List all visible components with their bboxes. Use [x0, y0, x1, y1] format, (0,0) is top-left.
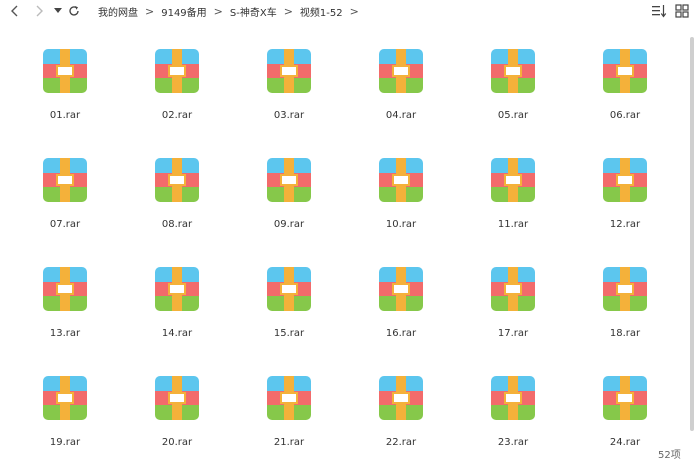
file-name: 24.rar [609, 437, 641, 445]
file-icon [379, 267, 423, 311]
file-name: 18.rar [609, 328, 641, 339]
file-name: 15.rar [273, 328, 305, 339]
file-name: 01.rar [49, 110, 81, 121]
file-icon [603, 49, 647, 93]
file-name: 22.rar [385, 437, 417, 445]
file-name: 04.rar [385, 110, 417, 121]
file-name: 05.rar [497, 110, 529, 121]
file-icon [491, 267, 535, 311]
archive-icon [267, 158, 311, 202]
file-name: 17.rar [497, 328, 529, 339]
file-item[interactable]: 16.rar [366, 267, 436, 347]
file-icon [155, 376, 199, 420]
file-name: 20.rar [161, 437, 193, 445]
file-icon [267, 158, 311, 202]
archive-icon [155, 49, 199, 93]
file-icon [43, 376, 87, 420]
file-icon [155, 158, 199, 202]
file-icon [379, 49, 423, 93]
archive-icon [603, 267, 647, 311]
file-grid: 01.rar 02.rar 03.rar 04.rar 05.rar 06.rar 07.r… [0, 0, 690, 445]
file-item[interactable]: 15.rar [254, 267, 324, 347]
archive-icon [43, 267, 87, 311]
file-item[interactable]: 19.rar [30, 376, 100, 445]
file-item[interactable]: 18.rar [590, 267, 660, 347]
archive-icon [379, 49, 423, 93]
file-item[interactable]: 07.rar [30, 158, 100, 238]
file-name: 11.rar [497, 219, 529, 230]
file-item[interactable]: 03.rar [254, 49, 324, 129]
archive-icon [267, 49, 311, 93]
file-name: 13.rar [49, 328, 81, 339]
file-item[interactable]: 17.rar [478, 267, 548, 347]
file-icon [603, 376, 647, 420]
file-name: 03.rar [273, 110, 305, 121]
archive-icon [603, 158, 647, 202]
file-item[interactable]: 20.rar [142, 376, 212, 445]
file-icon [43, 49, 87, 93]
file-icon [267, 267, 311, 311]
file-name: 16.rar [385, 328, 417, 339]
file-name: 09.rar [273, 219, 305, 230]
archive-icon [379, 267, 423, 311]
file-icon [155, 267, 199, 311]
file-item[interactable]: 23.rar [478, 376, 548, 445]
file-icon [267, 376, 311, 420]
file-item[interactable]: 22.rar [366, 376, 436, 445]
archive-icon [43, 49, 87, 93]
vertical-scrollbar[interactable] [690, 37, 694, 431]
archive-icon [43, 376, 87, 420]
archive-icon [379, 376, 423, 420]
file-icon [491, 49, 535, 93]
file-item[interactable]: 01.rar [30, 49, 100, 129]
file-name: 06.rar [609, 110, 641, 121]
archive-icon [491, 267, 535, 311]
archive-icon [43, 158, 87, 202]
file-icon [379, 376, 423, 420]
file-item[interactable]: 06.rar [590, 49, 660, 129]
file-item[interactable]: 11.rar [478, 158, 548, 238]
file-icon [603, 158, 647, 202]
archive-icon [379, 158, 423, 202]
file-name: 14.rar [161, 328, 193, 339]
archive-icon [491, 376, 535, 420]
archive-icon [603, 49, 647, 93]
archive-icon [155, 267, 199, 311]
file-item[interactable]: 09.rar [254, 158, 324, 238]
file-item[interactable]: 14.rar [142, 267, 212, 347]
file-name: 02.rar [161, 110, 193, 121]
file-icon [267, 49, 311, 93]
file-item[interactable]: 12.rar [590, 158, 660, 238]
file-item[interactable]: 10.rar [366, 158, 436, 238]
file-name: 07.rar [49, 219, 81, 230]
file-name: 19.rar [49, 437, 81, 445]
archive-icon [491, 158, 535, 202]
file-icon [155, 49, 199, 93]
file-name: 21.rar [273, 437, 305, 445]
archive-icon [155, 158, 199, 202]
file-name: 10.rar [385, 219, 417, 230]
file-item[interactable]: 04.rar [366, 49, 436, 129]
file-icon [603, 267, 647, 311]
file-name: 12.rar [609, 219, 641, 230]
archive-icon [267, 376, 311, 420]
file-icon [43, 267, 87, 311]
file-name: 23.rar [497, 437, 529, 445]
file-item[interactable]: 13.rar [30, 267, 100, 347]
file-item[interactable]: 08.rar [142, 158, 212, 238]
file-item[interactable]: 02.rar [142, 49, 212, 129]
file-name: 08.rar [161, 219, 193, 230]
archive-icon [267, 267, 311, 311]
file-icon [379, 158, 423, 202]
archive-icon [603, 376, 647, 420]
file-item[interactable]: 05.rar [478, 49, 548, 129]
file-icon [491, 376, 535, 420]
item-count: 52项 [658, 450, 681, 461]
file-item[interactable]: 21.rar [254, 376, 324, 445]
file-icon [43, 158, 87, 202]
file-icon [491, 158, 535, 202]
archive-icon [155, 376, 199, 420]
archive-icon [491, 49, 535, 93]
file-item[interactable]: 24.rar [590, 376, 660, 445]
